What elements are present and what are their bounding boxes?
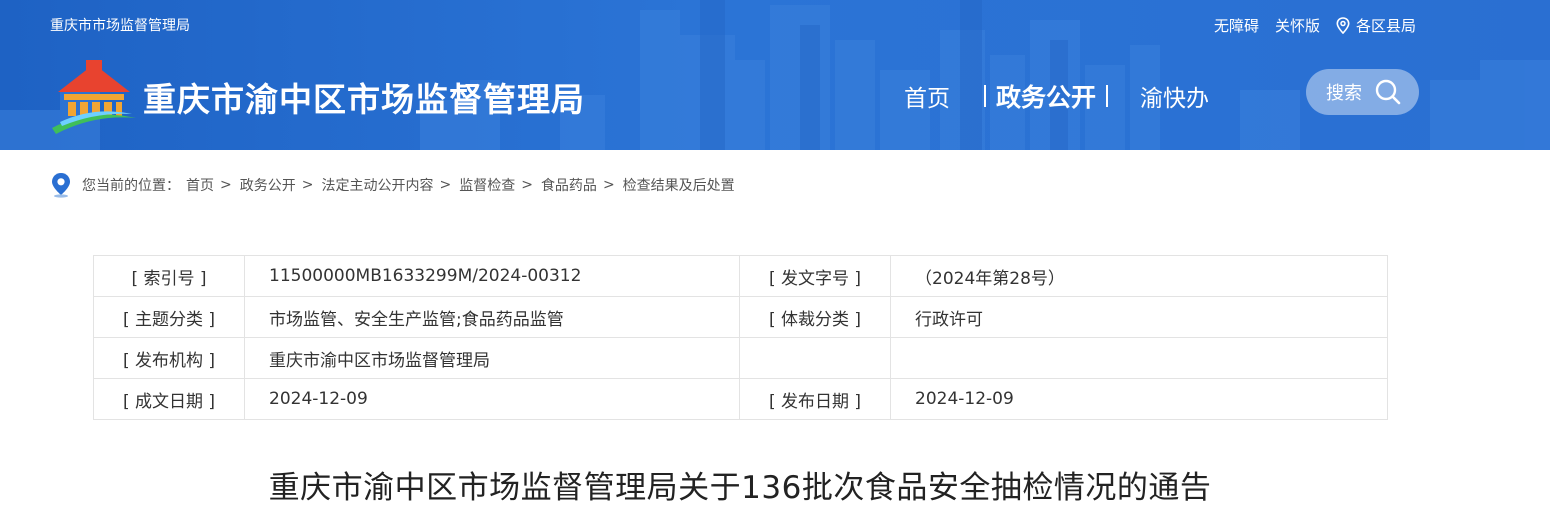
breadcrumb-results-handling[interactable]: 检查结果及后处置 — [623, 175, 735, 195]
nav-home[interactable]: 首页 — [904, 79, 950, 113]
table-row: [ 发布机构 ] 重庆市渝中区市场监督管理局 — [93, 337, 1388, 379]
meta-key-topic: [ 主题分类 ] — [93, 296, 245, 338]
nav-yukuaiban[interactable]: 渝快办 — [1140, 79, 1209, 113]
table-row: [ 成文日期 ] 2024-12-09 [ 发布日期 ] 2024-12-09 — [93, 378, 1388, 420]
nav-divider — [984, 85, 986, 107]
accessibility-link[interactable]: 无障碍 — [1214, 15, 1259, 36]
search-icon — [1375, 79, 1401, 105]
district-bureaus-link[interactable]: 各区县局 — [1336, 15, 1416, 36]
meta-key-publish-date: [ 发布日期 ] — [739, 378, 891, 420]
breadcrumb-gov-affairs[interactable]: 政务公开 — [240, 175, 296, 195]
meta-value-publish-date: 2024-12-09 — [890, 378, 1388, 420]
breadcrumb-supervision-inspection[interactable]: 监督检查 — [459, 175, 515, 195]
location-pin-icon — [1336, 17, 1350, 34]
meta-key-doc-no: [ 发文字号 ] — [739, 255, 891, 297]
breadcrumb-home[interactable]: 首页 — [186, 175, 214, 195]
main-nav: 首页 政务公开 渝快办 — [904, 78, 1209, 114]
table-row: [ 主题分类 ] 市场监管、安全生产监管;食品药品监管 [ 体裁分类 ] 行政许… — [93, 296, 1388, 338]
meta-value-topic: 市场监管、安全生产监管;食品药品监管 — [244, 296, 740, 338]
breadcrumb: 您当前的位置： 首页 > 政务公开 > 法定主动公开内容 > 监督检查 > 食品… — [50, 172, 735, 198]
nav-divider — [1106, 85, 1109, 107]
meta-value-written-date: 2024-12-09 — [244, 378, 740, 420]
site-title[interactable]: 重庆市渝中区市场监督管理局 — [143, 73, 585, 121]
meta-key-written-date: [ 成文日期 ] — [93, 378, 245, 420]
meta-value-index-no: 11500000MB1633299M/2024-00312 — [244, 255, 740, 297]
breadcrumb-statutory-disclosure[interactable]: 法定主动公开内容 — [321, 175, 433, 195]
meta-value-genre: 行政许可 — [890, 296, 1388, 338]
breadcrumb-separator: > — [521, 177, 533, 193]
meta-key-publisher: [ 发布机构 ] — [93, 337, 245, 379]
site-header: 重庆市市场监督管理局 无障碍 关怀版 各区县局 重庆市渝中区市场监督管理局 首页… — [0, 0, 1550, 150]
parent-site-name[interactable]: 重庆市市场监督管理局 — [50, 15, 190, 35]
meta-value-publisher: 重庆市渝中区市场监督管理局 — [244, 337, 740, 379]
meta-key-index-no: [ 索引号 ] — [93, 255, 245, 297]
table-row: [ 索引号 ] 11500000MB1633299M/2024-00312 [ … — [93, 255, 1388, 297]
utility-links: 无障碍 关怀版 各区县局 — [1198, 15, 1416, 36]
care-mode-link[interactable]: 关怀版 — [1275, 15, 1320, 36]
breadcrumb-label: 您当前的位置： — [82, 178, 180, 194]
article-title: 重庆市渝中区市场监督管理局关于136批次食品安全抽检情况的通告 — [268, 470, 1212, 506]
nav-gov-affairs[interactable]: 政务公开 — [996, 78, 1096, 114]
document-metadata-table: [ 索引号 ] 11500000MB1633299M/2024-00312 [ … — [93, 255, 1388, 420]
location-marker-icon — [52, 173, 70, 198]
meta-value-doc-no: （2024年第28号） — [890, 255, 1388, 297]
breadcrumb-separator: > — [220, 177, 232, 193]
search-label: 搜索 — [1326, 83, 1362, 104]
breadcrumb-separator: > — [602, 177, 615, 193]
search-button[interactable]: 搜索 — [1306, 69, 1419, 115]
breadcrumb-separator: > — [439, 177, 452, 193]
bureau-logo-icon[interactable] — [50, 58, 138, 134]
breadcrumb-separator: > — [301, 177, 314, 193]
meta-value-empty — [890, 337, 1388, 379]
meta-key-genre: [ 体裁分类 ] — [739, 296, 891, 338]
breadcrumb-food-drug[interactable]: 食品药品 — [541, 175, 597, 195]
meta-key-empty — [739, 337, 891, 379]
district-bureaus-label: 各区县局 — [1355, 17, 1416, 35]
